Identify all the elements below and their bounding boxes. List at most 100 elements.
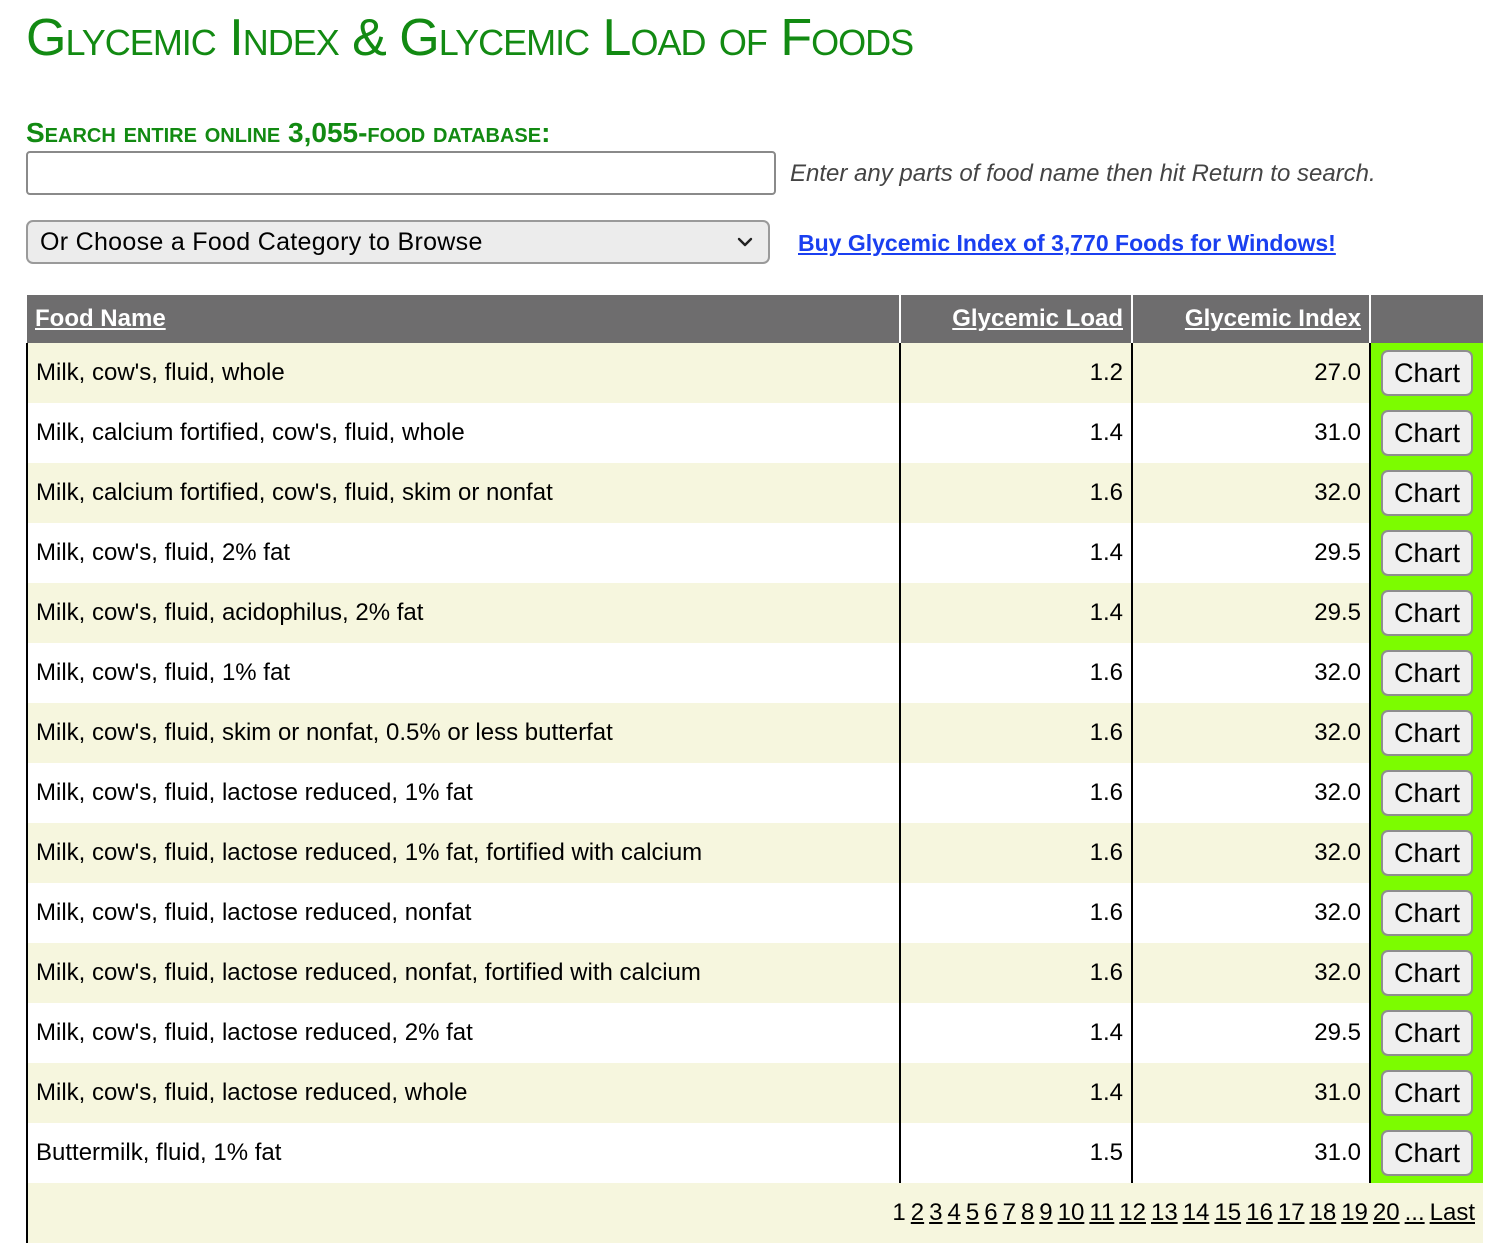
table-row: Milk, cow's, fluid, whole 1.2 27.0 Chart bbox=[26, 343, 1483, 403]
header-glycemic-load[interactable]: Glycemic Load bbox=[899, 295, 1132, 343]
food-name-cell: Milk, cow's, fluid, lactose reduced, 1% … bbox=[26, 823, 900, 883]
glycemic-index-cell: 32.0 bbox=[1131, 943, 1370, 1003]
header-glycemic-index[interactable]: Glycemic Index bbox=[1131, 295, 1370, 343]
category-select-value: Or Choose a Food Category to Browse bbox=[40, 227, 483, 256]
chart-cell: Chart bbox=[1369, 1063, 1483, 1123]
header-food-name[interactable]: Food Name bbox=[27, 295, 900, 343]
glycemic-index-cell: 29.5 bbox=[1131, 583, 1370, 643]
page-title: Glycemic Index & Glycemic Load of Foods bbox=[26, 9, 914, 67]
page-link[interactable]: 5 bbox=[966, 1199, 979, 1226]
glycemic-load-cell: 1.6 bbox=[899, 703, 1132, 763]
chart-button[interactable]: Chart bbox=[1381, 1010, 1473, 1056]
chevron-down-icon bbox=[734, 231, 756, 253]
glycemic-index-cell: 32.0 bbox=[1131, 823, 1370, 883]
search-hint: Enter any parts of food name then hit Re… bbox=[790, 160, 1376, 187]
table-row: Milk, cow's, fluid, 1% fat 1.6 32.0 Chart bbox=[26, 643, 1483, 703]
page-link[interactable]: 18 bbox=[1310, 1199, 1337, 1226]
food-table: Food Name Glycemic Load Glycemic Index M… bbox=[26, 295, 1483, 1243]
chart-cell: Chart bbox=[1369, 403, 1483, 463]
glycemic-load-cell: 1.4 bbox=[899, 403, 1132, 463]
food-name-cell: Milk, calcium fortified, cow's, fluid, w… bbox=[26, 403, 900, 463]
chart-cell: Chart bbox=[1369, 1003, 1483, 1063]
glycemic-load-cell: 1.6 bbox=[899, 883, 1132, 943]
glycemic-load-cell: 1.4 bbox=[899, 1003, 1132, 1063]
sort-glycemic-index-link[interactable]: Glycemic Index bbox=[1185, 305, 1361, 332]
page-link[interactable]: 8 bbox=[1021, 1199, 1034, 1226]
table-row: Milk, cow's, fluid, lactose reduced, who… bbox=[26, 1063, 1483, 1123]
table-row: Milk, cow's, fluid, acidophilus, 2% fat 1… bbox=[26, 583, 1483, 643]
table-row: Milk, cow's, fluid, lactose reduced, non… bbox=[26, 883, 1483, 943]
chart-button[interactable]: Chart bbox=[1381, 530, 1473, 576]
page-link[interactable]: 11 bbox=[1089, 1199, 1114, 1226]
chart-button[interactable]: Chart bbox=[1381, 1070, 1473, 1116]
food-name-cell: Milk, cow's, fluid, lactose reduced, non… bbox=[26, 943, 900, 1003]
table-row: Milk, cow's, fluid, 2% fat 1.4 29.5 Chart bbox=[26, 523, 1483, 583]
glycemic-load-cell: 1.6 bbox=[899, 943, 1132, 1003]
page-link[interactable]: 6 bbox=[984, 1199, 997, 1226]
table-row: Milk, cow's, fluid, lactose reduced, 2% … bbox=[26, 1003, 1483, 1063]
page-link-more[interactable]: ... bbox=[1405, 1199, 1425, 1226]
chart-button[interactable]: Chart bbox=[1381, 950, 1473, 996]
glycemic-index-cell: 32.0 bbox=[1131, 643, 1370, 703]
table-row: Milk, cow's, fluid, skim or nonfat, 0.5%… bbox=[26, 703, 1483, 763]
glycemic-index-cell: 32.0 bbox=[1131, 703, 1370, 763]
page-link[interactable]: 20 bbox=[1373, 1199, 1400, 1226]
glycemic-index-cell: 31.0 bbox=[1131, 1063, 1370, 1123]
food-name-cell: Milk, calcium fortified, cow's, fluid, s… bbox=[26, 463, 900, 523]
page-link[interactable]: 12 bbox=[1119, 1199, 1146, 1226]
page-link[interactable]: 14 bbox=[1183, 1199, 1210, 1226]
chart-button[interactable]: Chart bbox=[1381, 470, 1473, 516]
chart-button[interactable]: Chart bbox=[1381, 770, 1473, 816]
glycemic-load-cell: 1.4 bbox=[899, 583, 1132, 643]
buy-windows-link[interactable]: Buy Glycemic Index of 3,770 Foods for Wi… bbox=[798, 228, 1336, 258]
food-name-cell: Milk, cow's, fluid, 2% fat bbox=[26, 523, 900, 583]
pagination: 1 2 3 4 5 6 7 8 9 10 11 12 13 14 15 16 17 18 19 20... Last bbox=[26, 1183, 1483, 1243]
page-link[interactable]: 3 bbox=[929, 1199, 942, 1226]
category-select[interactable]: Or Choose a Food Category to Browse bbox=[26, 220, 770, 264]
pagination-row: 1 2 3 4 5 6 7 8 9 10 11 12 13 14 15 16 17 18 19 20... Last bbox=[26, 1183, 1483, 1243]
food-name-cell: Milk, cow's, fluid, lactose reduced, 1% … bbox=[26, 763, 900, 823]
chart-cell: Chart bbox=[1369, 343, 1483, 403]
page-link[interactable]: 9 bbox=[1039, 1199, 1052, 1226]
food-name-cell: Milk, cow's, fluid, lactose reduced, non… bbox=[26, 883, 900, 943]
glycemic-index-cell: 32.0 bbox=[1131, 463, 1370, 523]
chart-button[interactable]: Chart bbox=[1381, 710, 1473, 756]
food-name-cell: Milk, cow's, fluid, lactose reduced, 2% … bbox=[26, 1003, 900, 1063]
glycemic-index-cell: 29.5 bbox=[1131, 1003, 1370, 1063]
chart-button[interactable]: Chart bbox=[1381, 1130, 1473, 1176]
page-link[interactable]: 2 bbox=[911, 1199, 924, 1226]
page-link[interactable]: 13 bbox=[1151, 1199, 1178, 1226]
sort-glycemic-load-link[interactable]: Glycemic Load bbox=[952, 305, 1123, 332]
food-name-cell: Buttermilk, fluid, 1% fat bbox=[26, 1123, 900, 1183]
page-link[interactable]: 17 bbox=[1278, 1199, 1305, 1226]
page-link[interactable]: 19 bbox=[1341, 1199, 1368, 1226]
food-name-cell: Milk, cow's, fluid, 1% fat bbox=[26, 643, 900, 703]
page-link-last[interactable]: Last bbox=[1430, 1199, 1475, 1226]
search-input[interactable] bbox=[26, 151, 776, 195]
glycemic-load-cell: 1.6 bbox=[899, 643, 1132, 703]
chart-button[interactable]: Chart bbox=[1381, 830, 1473, 876]
page-link[interactable]: 4 bbox=[948, 1199, 961, 1226]
chart-button[interactable]: Chart bbox=[1381, 890, 1473, 936]
page-link[interactable]: 16 bbox=[1246, 1199, 1273, 1226]
table-row: Milk, calcium fortified, cow's, fluid, w… bbox=[26, 403, 1483, 463]
page-link[interactable]: 7 bbox=[1003, 1199, 1016, 1226]
table-row: Milk, cow's, fluid, lactose reduced, 1% … bbox=[26, 823, 1483, 883]
chart-button[interactable]: Chart bbox=[1381, 410, 1473, 456]
chart-cell: Chart bbox=[1369, 763, 1483, 823]
sort-food-name-link[interactable]: Food Name bbox=[35, 305, 166, 332]
chart-button[interactable]: Chart bbox=[1381, 350, 1473, 396]
page-link[interactable]: 10 bbox=[1058, 1199, 1085, 1226]
chart-cell: Chart bbox=[1369, 943, 1483, 1003]
glycemic-load-cell: 1.5 bbox=[899, 1123, 1132, 1183]
food-name-cell: Milk, cow's, fluid, skim or nonfat, 0.5%… bbox=[26, 703, 900, 763]
chart-button[interactable]: Chart bbox=[1381, 650, 1473, 696]
table-header-row: Food Name Glycemic Load Glycemic Index bbox=[27, 295, 1483, 343]
table-row: Milk, cow's, fluid, lactose reduced, non… bbox=[26, 943, 1483, 1003]
page-link[interactable]: 15 bbox=[1214, 1199, 1241, 1226]
chart-cell: Chart bbox=[1369, 883, 1483, 943]
chart-button[interactable]: Chart bbox=[1381, 590, 1473, 636]
header-chart bbox=[1369, 295, 1483, 343]
food-name-cell: Milk, cow's, fluid, lactose reduced, who… bbox=[26, 1063, 900, 1123]
glycemic-load-cell: 1.4 bbox=[899, 1063, 1132, 1123]
